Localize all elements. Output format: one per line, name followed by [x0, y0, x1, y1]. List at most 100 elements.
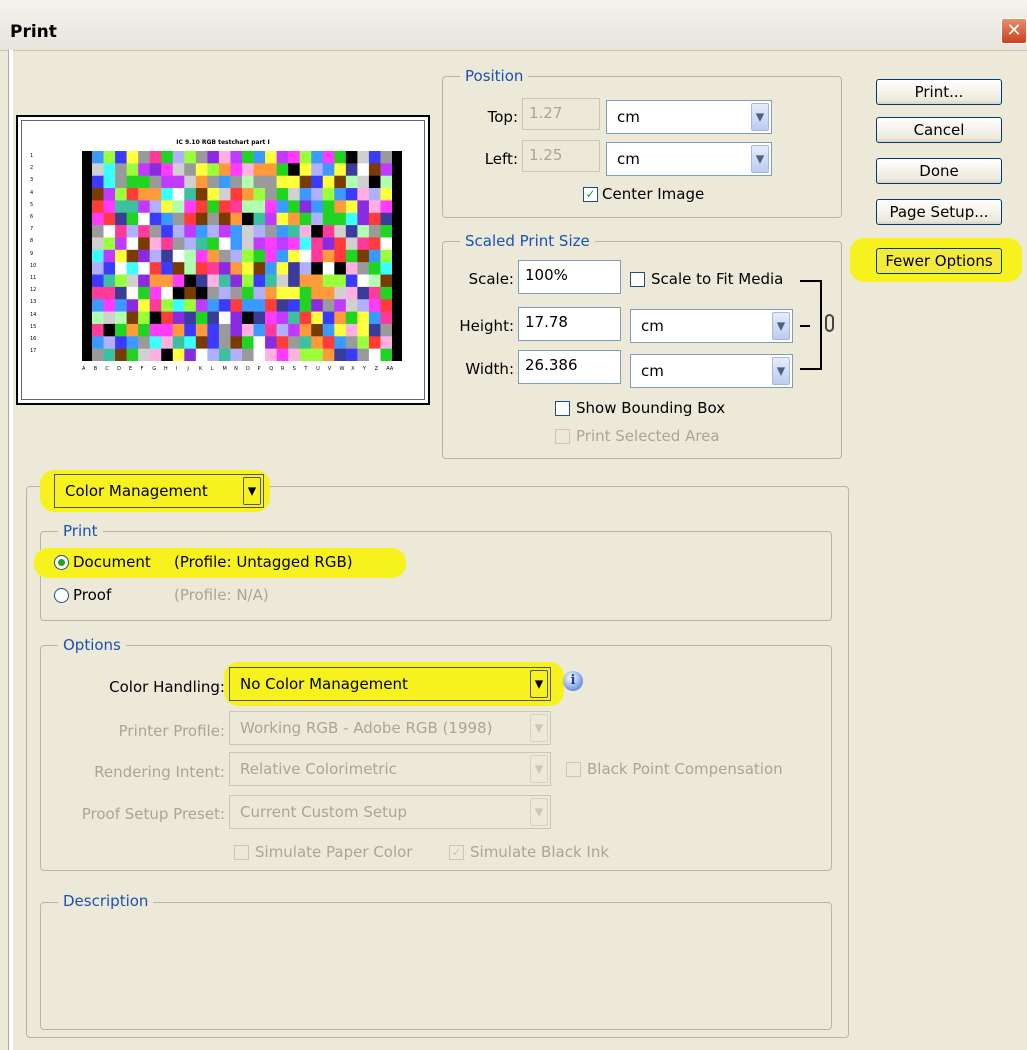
color-patch [149, 299, 162, 312]
chevron-down-icon[interactable]: ▼ [530, 755, 548, 783]
color-patch [253, 237, 266, 251]
color-patch [149, 188, 162, 201]
options-legend: Options [58, 636, 126, 654]
color-patch [299, 212, 312, 226]
description-group [40, 902, 832, 1030]
info-icon[interactable]: i [563, 671, 583, 691]
color-patch [207, 348, 220, 361]
simulate-paper-checkbox[interactable] [234, 845, 249, 860]
color-handling-select[interactable]: No Color Management ▼ [229, 667, 551, 701]
color-patch [242, 286, 254, 300]
preview-row-label: 9 [30, 250, 34, 257]
color-patch [195, 262, 208, 275]
chevron-down-icon[interactable]: ▼ [772, 312, 790, 340]
color-patch [103, 311, 116, 325]
color-patch [92, 188, 104, 201]
chevron-down-icon[interactable]: ▼ [772, 357, 790, 385]
preview-chart-title: IC 9.10 RGB testchart part I [176, 139, 270, 146]
proof-radio[interactable] [54, 588, 69, 603]
color-patch [161, 348, 174, 361]
preview-row-label: 15 [30, 323, 37, 330]
left-input[interactable]: 1.25 [522, 140, 600, 172]
scale-to-fit-checkbox[interactable] [630, 272, 645, 287]
color-patch [195, 299, 208, 312]
color-patch [149, 225, 162, 238]
fewer-options-button[interactable]: Fewer Options [876, 248, 1002, 274]
preview-row-label: 3 [30, 177, 34, 184]
color-patch [126, 262, 139, 275]
color-patch [276, 311, 289, 325]
top-input[interactable]: 1.27 [522, 98, 600, 130]
close-icon[interactable]: ✕ [1001, 18, 1027, 44]
rendering-intent-select[interactable]: Relative Colorimetric ▼ [229, 752, 551, 786]
color-patch [334, 323, 347, 337]
color-patch [299, 163, 312, 176]
color-patch [242, 311, 254, 325]
color-patch [138, 151, 150, 164]
height-input[interactable]: 17.78 [518, 307, 621, 341]
scale-input[interactable]: 100% [518, 260, 621, 294]
simulate-ink-label: Simulate Black Ink [470, 843, 610, 861]
chain-link-icon[interactable] [825, 314, 834, 332]
description-legend: Description [58, 892, 154, 910]
color-patch [357, 212, 370, 226]
width-input[interactable]: 26.386 [518, 350, 621, 384]
left-unit-select[interactable]: cm ▼ [606, 142, 772, 176]
proof-setup-select[interactable]: Current Custom Setup ▼ [229, 795, 551, 829]
color-patch [207, 188, 220, 201]
page-setup-button[interactable]: Page Setup... [876, 199, 1002, 225]
chevron-down-icon[interactable]: ▼ [243, 477, 261, 505]
height-unit-value: cm [641, 317, 664, 335]
color-patch [345, 311, 358, 325]
color-patch [345, 212, 358, 226]
preview-black-bar-left [82, 151, 92, 361]
color-patch [265, 225, 277, 238]
black-point-checkbox[interactable] [566, 762, 581, 777]
color-patch [161, 323, 174, 337]
print-selected-area-checkbox[interactable] [555, 429, 570, 444]
chevron-down-icon[interactable]: ▼ [751, 103, 769, 131]
color-patch [126, 274, 139, 288]
simulate-ink-checkbox[interactable]: ✓ [449, 845, 464, 860]
width-unit-select[interactable]: cm ▼ [630, 354, 793, 388]
color-patch [242, 200, 254, 214]
document-radio[interactable] [54, 555, 69, 570]
show-bounding-box-checkbox[interactable] [555, 401, 570, 416]
color-patch [207, 237, 220, 251]
chevron-down-icon[interactable]: ▼ [530, 714, 548, 742]
color-patch [172, 311, 185, 325]
chevron-down-icon[interactable]: ▼ [530, 798, 548, 826]
preview-col-label: F [140, 366, 144, 372]
color-patch [288, 237, 300, 251]
chevron-down-icon[interactable]: ▼ [530, 670, 548, 698]
print-button[interactable]: Print... [876, 79, 1002, 105]
color-patch [322, 188, 335, 201]
color-patch [92, 249, 104, 263]
color-patch [299, 336, 312, 349]
color-patch [380, 212, 392, 226]
color-patch [242, 262, 254, 275]
center-image-checkbox[interactable]: ✓ [583, 187, 598, 202]
color-patch [207, 286, 220, 300]
color-patch [161, 336, 174, 349]
color-patch [230, 163, 243, 176]
cancel-button[interactable]: Cancel [876, 117, 1002, 143]
top-unit-select[interactable]: cm ▼ [606, 100, 772, 134]
color-patch [242, 188, 254, 201]
color-patch [161, 163, 174, 176]
section-select[interactable]: Color Management ▼ [54, 474, 264, 508]
preview-col-label: B [93, 366, 98, 372]
color-patch [230, 200, 243, 214]
color-patch [322, 249, 335, 263]
height-unit-select[interactable]: cm ▼ [630, 309, 793, 343]
color-patch [195, 323, 208, 337]
printer-profile-select[interactable]: Working RGB - Adobe RGB (1998) ▼ [229, 711, 551, 745]
color-patch [242, 225, 254, 238]
color-patch [230, 299, 243, 312]
color-patch [149, 151, 162, 164]
chevron-down-icon[interactable]: ▼ [751, 145, 769, 173]
color-patch [161, 212, 174, 226]
color-patch [149, 262, 162, 275]
color-patch [380, 175, 392, 189]
done-button[interactable]: Done [876, 158, 1002, 184]
